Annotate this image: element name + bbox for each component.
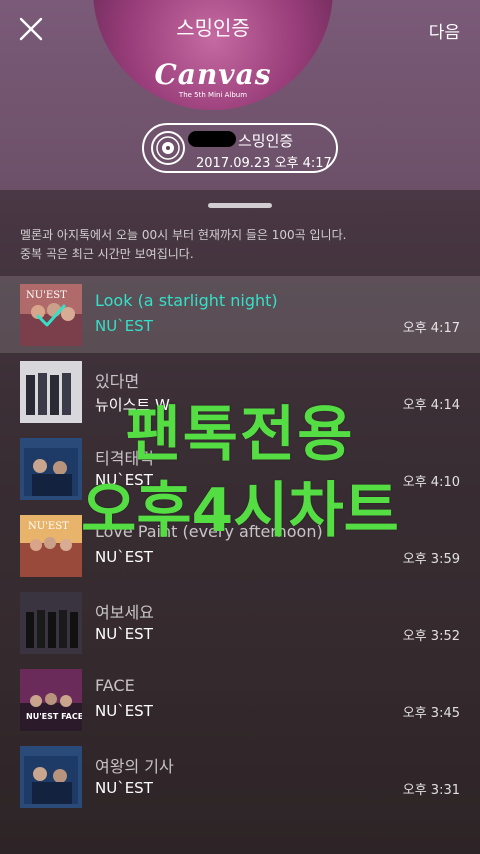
svg-text:NU'EST FACE: NU'EST FACE (26, 712, 82, 721)
album-cover: 스밍인증 Canvas The 5th Mini Album (93, 0, 333, 110)
song-row[interactable]: 여왕의 기사 NU`EST 오후 3:31 (0, 738, 480, 815)
song-artist: NU`EST (95, 471, 153, 489)
song-row[interactable]: 있다면 뉴이스트 W 오후 4:14 (0, 353, 480, 430)
song-title: 티격태격 (95, 449, 154, 468)
next-button[interactable]: 다음 (429, 18, 460, 43)
album-subtitle: The 5th Mini Album (178, 91, 248, 99)
svg-text:NU'EST: NU'EST (28, 521, 69, 532)
song-title: 있다면 (95, 372, 140, 391)
song-artist: NU`EST (95, 317, 153, 335)
played-time: 오후 3:59 (402, 552, 460, 567)
notice-text: 멜론과 아지톡에서 오늘 00시 부터 현재까지 들은 100곡 입니다. 중복… (20, 226, 460, 264)
close-button[interactable] (16, 14, 46, 44)
song-list: NU'EST Look (a starlight night) NU`EST 오… (0, 276, 480, 815)
song-row[interactable]: NU'EST FACE FACE NU`EST 오후 3:45 (0, 661, 480, 738)
song-title: Love Paint (every afternoon) (95, 522, 323, 541)
album-art-thumbnail: NU'EST (20, 515, 82, 577)
check-icon (36, 304, 66, 327)
played-time: 오후 4:14 (402, 398, 460, 413)
notice-line-2: 중복 곡은 최근 시간만 보여집니다. (20, 247, 194, 261)
album-title: Canvas (154, 58, 272, 91)
song-artist: NU`EST (95, 548, 153, 566)
song-artist: NU`EST (95, 779, 153, 797)
cover-caption: 스밍인증 (176, 16, 250, 40)
song-title: 여왕의 기사 (95, 757, 174, 776)
album-art-thumbnail (20, 746, 82, 808)
played-time: 오후 3:52 (402, 629, 460, 644)
streaming-certificate-pill: 스밍인증 2017.09.23 오후 4:17 (142, 123, 338, 173)
song-title: 여보세요 (95, 603, 154, 622)
close-icon (19, 17, 43, 41)
redacted-name (188, 131, 236, 147)
notice-line-1: 멜론과 아지톡에서 오늘 00시 부터 현재까지 들은 100곡 입니다. (20, 228, 347, 242)
song-row[interactable]: 티격태격 NU`EST 오후 4:10 (0, 430, 480, 507)
album-art-thumbnail: NU'EST FACE (20, 669, 82, 731)
played-time: 오후 3:45 (402, 706, 460, 721)
disc-icon (151, 131, 185, 165)
album-art-thumbnail (20, 361, 82, 423)
album-art-thumbnail (20, 438, 82, 500)
song-artist: NU`EST (95, 702, 153, 720)
song-title: Look (a starlight night) (95, 291, 278, 310)
song-artist: 뉴이스트 W (95, 396, 170, 414)
song-title: FACE (95, 676, 135, 695)
played-time: 오후 4:17 (402, 321, 460, 336)
played-time: 오후 3:31 (402, 783, 460, 798)
song-row[interactable]: NU'EST Look (a starlight night) NU`EST 오… (0, 276, 480, 353)
certificate-datetime: 2017.09.23 오후 4:17 (196, 156, 332, 171)
played-time: 오후 4:10 (402, 475, 460, 490)
certificate-label: 스밍인증 (238, 132, 294, 150)
album-art-thumbnail (20, 592, 82, 654)
song-row[interactable]: 여보세요 NU`EST 오후 3:52 (0, 584, 480, 661)
song-row[interactable]: NU'EST Love Paint (every afternoon) NU`E… (0, 507, 480, 584)
song-artist: NU`EST (95, 625, 153, 643)
sheet-drag-handle[interactable] (208, 203, 272, 208)
